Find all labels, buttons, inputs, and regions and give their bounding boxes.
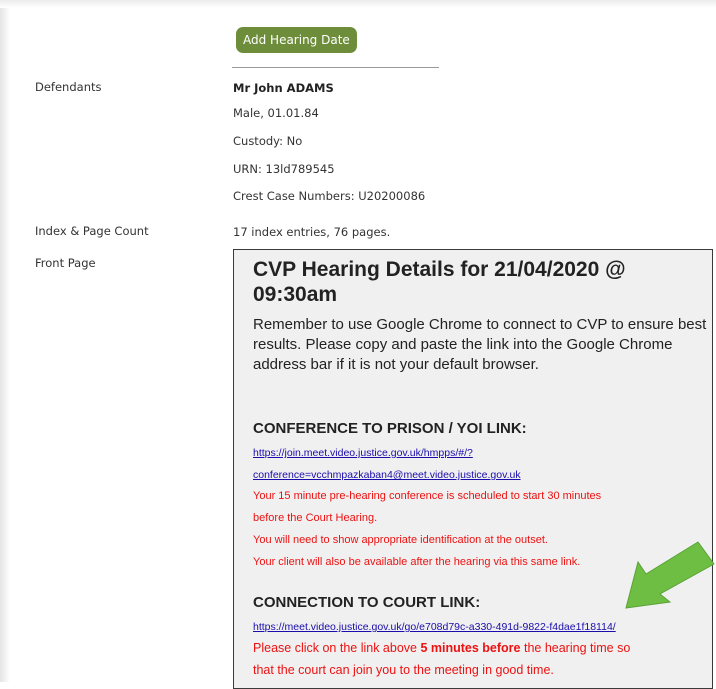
index-page-count-label: Index & Page Count bbox=[35, 224, 149, 238]
court-note-pre: Please click on the link above bbox=[253, 641, 421, 655]
court-link-heading: CONNECTION TO COURT LINK: bbox=[253, 594, 481, 611]
court-note-line-2: that the court can join you to the meeti… bbox=[253, 663, 554, 677]
court-link[interactable]: https://meet.video.justice.gov.uk/go/e70… bbox=[253, 621, 616, 633]
prison-link-line-1[interactable]: https://join.meet.video.justice.gov.uk/h… bbox=[253, 447, 473, 459]
court-note: Please click on the link above 5 minutes… bbox=[253, 641, 630, 655]
defendant-details: Male, 01.01.84 bbox=[233, 106, 319, 120]
green-arrow-icon bbox=[625, 541, 715, 609]
court-note-post: the hearing time so bbox=[520, 641, 631, 655]
cvp-intro-text: Remember to use Google Chrome to connect… bbox=[253, 316, 707, 373]
prison-note: before the Court Hearing. bbox=[253, 512, 378, 524]
add-hearing-date-button[interactable]: Add Hearing Date bbox=[236, 27, 357, 53]
front-page-preview: CVP Hearing Details for 21/04/2020 @ 09:… bbox=[233, 249, 713, 689]
divider bbox=[232, 67, 439, 68]
defendant-custody: Custody: No bbox=[233, 134, 303, 148]
prison-link-heading: CONFERENCE TO PRISON / YOI LINK: bbox=[253, 420, 527, 437]
left-edge-shadow bbox=[0, 0, 10, 682]
cvp-hearing-title: CVP Hearing Details for 21/04/2020 @ 09:… bbox=[253, 258, 626, 306]
defendants-label: Defendants bbox=[35, 80, 102, 94]
defendant-crest-numbers: Crest Case Numbers: U20200086 bbox=[233, 189, 426, 203]
prison-note: Your 15 minute pre-hearing conference is… bbox=[253, 490, 602, 502]
top-edge-shadow bbox=[0, 0, 716, 8]
defendant-name: Mr John ADAMS bbox=[233, 81, 334, 95]
prison-note: Your client will also be available after… bbox=[253, 556, 581, 568]
prison-note: You will need to show appropriate identi… bbox=[253, 534, 548, 546]
defendant-urn: URN: 13ld789545 bbox=[233, 162, 335, 176]
court-note-bold: 5 minutes before bbox=[420, 641, 521, 655]
prison-link-line-2[interactable]: conference=vcchmpazkaban4@meet.video.jus… bbox=[253, 469, 521, 481]
index-page-count-value: 17 index entries, 76 pages. bbox=[233, 225, 391, 239]
front-page-label: Front Page bbox=[35, 256, 96, 270]
